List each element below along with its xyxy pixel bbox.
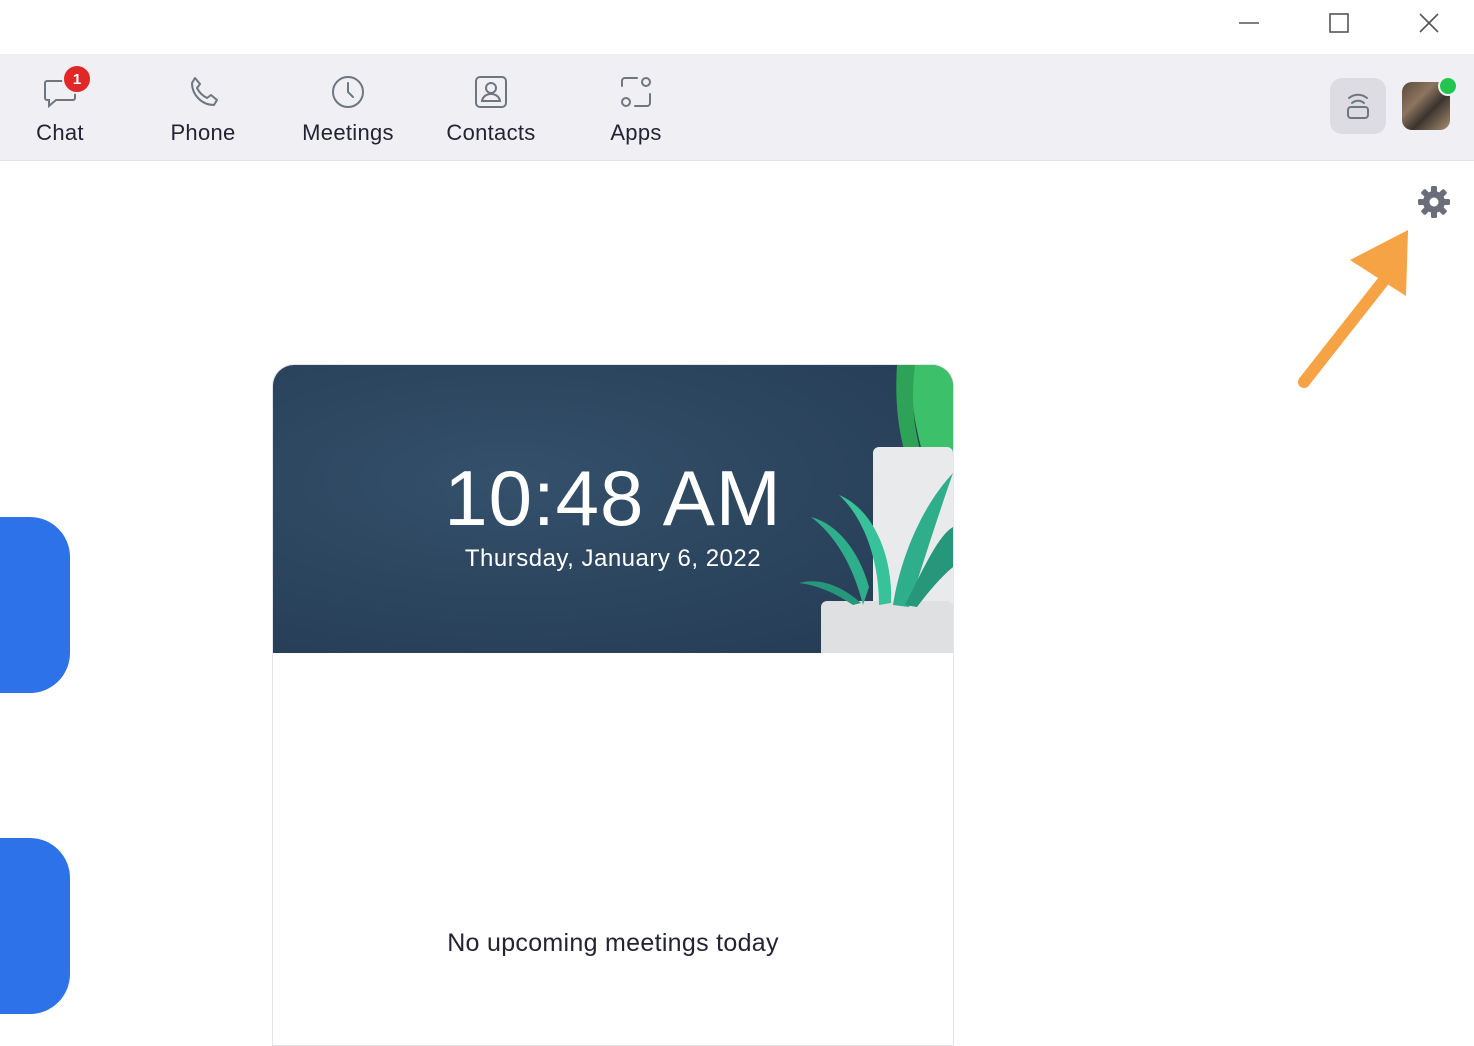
clock-icon	[328, 72, 368, 112]
nav-tab-label: Contacts	[446, 120, 536, 145]
minimize-icon	[1239, 22, 1259, 24]
new-meeting-button[interactable]	[0, 517, 70, 693]
online-status-dot	[1438, 76, 1458, 96]
maximize-icon	[1329, 13, 1349, 33]
apps-icon	[616, 72, 656, 112]
gear-icon	[1418, 186, 1450, 218]
unread-badge: 1	[62, 64, 92, 94]
nav-tab-phone[interactable]: Phone	[143, 72, 263, 152]
chat-icon: 1	[40, 64, 92, 112]
nav-tab-label: Apps	[610, 120, 662, 145]
share-screen-button[interactable]	[1330, 78, 1386, 134]
nav-tab-chat[interactable]: 1 Chat	[0, 64, 120, 152]
no-meetings-message: No upcoming meetings today	[447, 929, 779, 957]
contacts-icon	[471, 72, 511, 112]
close-icon	[1419, 13, 1439, 33]
maximize-button[interactable]	[1294, 0, 1384, 46]
nav-tab-label: Chat	[36, 120, 84, 145]
annotation-arrow	[1298, 230, 1408, 388]
nav-tab-contacts[interactable]: Contacts	[431, 72, 551, 152]
settings-button[interactable]	[1414, 182, 1454, 222]
upcoming-meetings-card: 10:48 AM Thursday, January 6, 2022 No up…	[272, 364, 954, 1046]
nav-tab-label: Meetings	[302, 120, 394, 145]
minimize-button[interactable]	[1204, 0, 1294, 46]
clock-banner: 10:48 AM Thursday, January 6, 2022	[273, 365, 953, 653]
close-button[interactable]	[1384, 0, 1474, 46]
nav-tab-meetings[interactable]: Meetings	[288, 72, 408, 152]
join-button[interactable]	[0, 838, 70, 1014]
nav-tab-label: Phone	[170, 120, 236, 145]
top-nav-bar: 1 Chat Phone Meetings Contacts Apps	[0, 54, 1474, 161]
share-screen-icon	[1347, 93, 1369, 119]
current-date: Thursday, January 6, 2022	[464, 545, 762, 572]
current-time: 10:48 AM	[444, 454, 782, 542]
window-controls	[1204, 0, 1474, 54]
nav-tab-apps[interactable]: Apps	[576, 72, 696, 152]
avatar[interactable]	[1402, 76, 1458, 130]
phone-icon	[183, 72, 223, 112]
